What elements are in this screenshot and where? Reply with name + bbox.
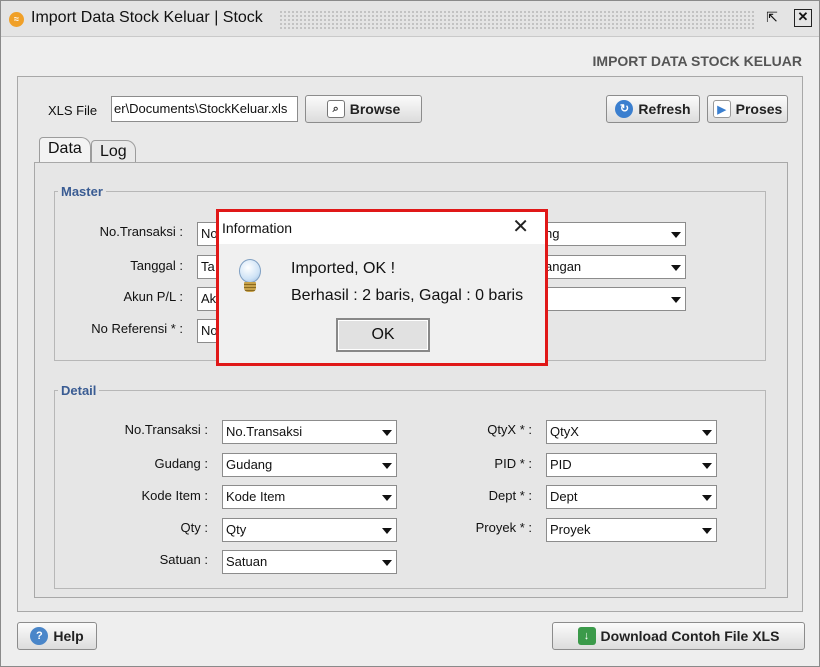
- detail-qtyx-label: QtyX * :: [487, 422, 532, 437]
- chevron-down-icon: [382, 560, 392, 566]
- tab-data[interactable]: Data: [39, 137, 91, 163]
- detail-qtyx-select[interactable]: QtyX: [546, 420, 717, 444]
- dialog-title-bar[interactable]: Information ✕: [219, 212, 545, 244]
- window-title: Import Data Stock Keluar | Stock: [31, 9, 263, 26]
- master-no-referensi-label: No Referensi * :: [91, 321, 183, 336]
- chevron-down-icon: [382, 495, 392, 501]
- master-no-transaksi-label: No.Transaksi :: [99, 224, 183, 239]
- detail-pid-select[interactable]: PID: [546, 453, 717, 477]
- main-window: ≈ Import Data Stock Keluar | Stock ⇱ ✕ I…: [0, 0, 820, 667]
- detail-gudang-label: Gudang :: [154, 456, 209, 471]
- detail-kode-item-select[interactable]: Kode Item: [222, 485, 397, 509]
- detail-gudang-value: Gudang: [226, 457, 273, 472]
- detail-no-transaksi-select[interactable]: No.Transaksi: [222, 420, 397, 444]
- detail-gudang-select[interactable]: Gudang: [222, 453, 397, 477]
- browse-button[interactable]: ⌕ Browse: [305, 95, 422, 123]
- detail-dept-select[interactable]: Dept: [546, 485, 717, 509]
- search-icon: ⌕: [326, 100, 345, 118]
- chevron-down-icon: [702, 528, 712, 534]
- detail-pid-value: PID: [550, 457, 572, 472]
- dialog-title: Information: [222, 220, 293, 236]
- detail-satuan-label: Satuan :: [159, 552, 208, 567]
- help-icon: ?: [30, 627, 49, 645]
- detail-satuan-select[interactable]: Satuan: [222, 550, 397, 574]
- detail-qtyx-value: QtyX: [550, 424, 579, 439]
- restore-icon[interactable]: ⇱: [763, 9, 781, 27]
- detail-no-transaksi-label: No.Transaksi :: [124, 422, 208, 437]
- detail-dept-label: Dept * :: [488, 488, 532, 503]
- refresh-icon: ↻: [615, 100, 634, 118]
- play-icon: ▶: [712, 100, 731, 118]
- download-sample-button-label: Download Contoh File XLS: [600, 628, 780, 644]
- app-icon: ≈: [9, 12, 24, 27]
- chevron-down-icon: [702, 430, 712, 436]
- refresh-button-label: Refresh: [638, 101, 691, 117]
- detail-group-title: Detail: [58, 383, 100, 398]
- chevron-down-icon: [671, 232, 681, 238]
- chevron-down-icon: [671, 297, 681, 303]
- title-drag-area[interactable]: [279, 10, 755, 29]
- proses-button-label: Proses: [735, 101, 783, 117]
- page-title: IMPORT DATA STOCK KELUAR: [592, 53, 802, 69]
- detail-proyek-select[interactable]: Proyek: [546, 518, 717, 542]
- dialog-message-line1: Imported, OK !: [291, 260, 396, 277]
- tab-log[interactable]: Log: [91, 140, 136, 163]
- close-icon[interactable]: ✕: [794, 9, 812, 27]
- detail-qty-label: Qty :: [180, 520, 208, 535]
- close-icon[interactable]: ✕: [512, 216, 529, 238]
- proses-button[interactable]: ▶ Proses: [707, 95, 788, 123]
- lightbulb-icon: [235, 257, 263, 297]
- chevron-down-icon: [382, 430, 392, 436]
- xls-file-path-input[interactable]: er\Documents\StockKeluar.xls: [111, 96, 298, 122]
- detail-dept-value: Dept: [550, 489, 578, 504]
- download-sample-button[interactable]: ↓ Download Contoh File XLS: [552, 622, 805, 650]
- detail-proyek-value: Proyek: [550, 522, 591, 537]
- detail-proyek-label: Proyek * :: [475, 520, 532, 535]
- dialog-message-line2: Berhasil : 2 baris, Gagal : 0 baris: [291, 287, 524, 304]
- browse-button-label: Browse: [349, 101, 401, 117]
- detail-no-transaksi-value: No.Transaksi: [226, 424, 303, 439]
- master-group-title: Master: [58, 184, 106, 199]
- detail-qty-value: Qty: [226, 522, 247, 537]
- detail-kode-item-label: Kode Item :: [141, 488, 208, 503]
- master-right-select-1[interactable]: ng: [541, 222, 686, 246]
- download-icon: ↓: [577, 627, 596, 645]
- master-akun-pl-label: Akun P/L :: [123, 289, 184, 304]
- master-right-select-2[interactable]: angan: [541, 255, 686, 279]
- title-bar: ≈ Import Data Stock Keluar | Stock ⇱ ✕: [1, 1, 819, 37]
- information-dialog: Information ✕ Imported, OK ! Berhasil : …: [216, 209, 548, 366]
- help-button[interactable]: ? Help: [17, 622, 97, 650]
- chevron-down-icon: [382, 463, 392, 469]
- detail-pid-label: PID * :: [494, 456, 532, 471]
- refresh-button[interactable]: ↻ Refresh: [606, 95, 700, 123]
- xls-file-label: XLS File: [48, 103, 98, 118]
- help-button-label: Help: [53, 628, 84, 644]
- master-right-select-3[interactable]: [541, 287, 686, 311]
- chevron-down-icon: [671, 265, 681, 271]
- chevron-down-icon: [382, 528, 392, 534]
- chevron-down-icon: [702, 463, 712, 469]
- detail-kode-item-value: Kode Item: [226, 489, 286, 504]
- detail-satuan-value: Satuan: [226, 554, 268, 569]
- detail-qty-select[interactable]: Qty: [222, 518, 397, 542]
- master-right-select-2-value: angan: [545, 259, 582, 274]
- master-tanggal-label: Tanggal :: [130, 258, 183, 273]
- chevron-down-icon: [702, 495, 712, 501]
- ok-button[interactable]: OK: [336, 318, 430, 352]
